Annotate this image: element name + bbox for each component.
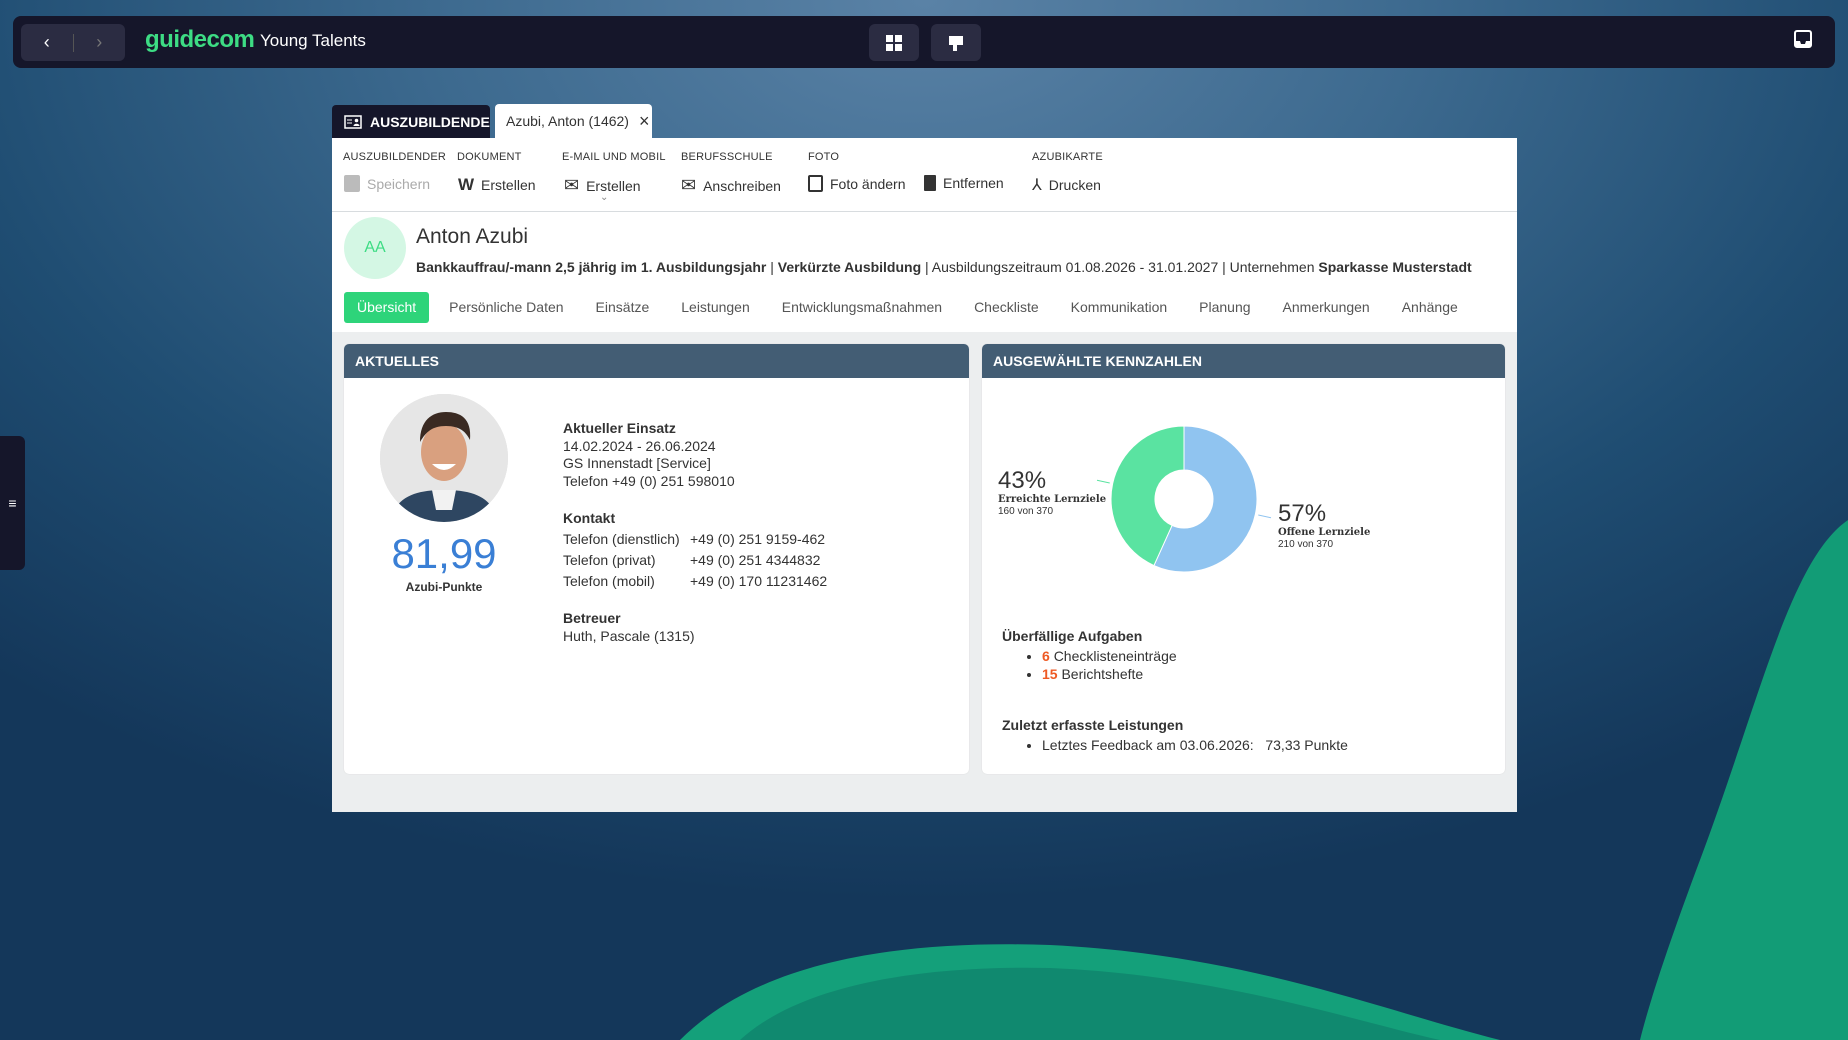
divider bbox=[332, 211, 1517, 212]
tab-kommunikation[interactable]: Kommunikation bbox=[1055, 292, 1184, 323]
portrait-icon bbox=[808, 175, 823, 192]
chevron-down-icon[interactable]: ⌄ bbox=[600, 192, 608, 203]
trainee-name: Anton Azubi bbox=[416, 225, 529, 248]
group-label: AUSZUBILDENDER bbox=[343, 151, 447, 163]
tab-label: AUSZUBILDENDE bbox=[370, 113, 490, 130]
aktuelles-card: AKTUELLES 81,99 Azubi-Punkte Aktueller E… bbox=[344, 344, 969, 774]
save-icon bbox=[344, 175, 360, 192]
list-item: Letztes Feedback am 03.06.2026: 73,33 Pu… bbox=[1042, 737, 1348, 755]
sidebar-toggle[interactable]: ≡ bbox=[0, 436, 25, 570]
recent-performance: Zuletzt erfasste Leistungen Letztes Feed… bbox=[1002, 717, 1348, 755]
tab-anmerkungen[interactable]: Anmerkungen bbox=[1267, 292, 1386, 323]
back-button[interactable]: ‹ bbox=[21, 32, 73, 53]
word-icon: W bbox=[458, 175, 475, 194]
inbox-icon bbox=[1794, 30, 1812, 48]
tab-einsaetze[interactable]: Einsätze bbox=[580, 292, 666, 323]
id-card-icon bbox=[344, 114, 362, 129]
tab-persoenliche-daten[interactable]: Persönliche Daten bbox=[433, 292, 579, 323]
app-title: Young Talents bbox=[260, 31, 366, 50]
trainee-photo bbox=[380, 394, 508, 522]
menu-icon: ≡ bbox=[8, 495, 17, 511]
label-open: 57% Offene Lernziele 210 von 370 bbox=[1278, 500, 1371, 551]
mail-icon: ✉ bbox=[564, 175, 580, 195]
azubi-points: 81,99 bbox=[391, 530, 497, 577]
close-icon[interactable]: × bbox=[639, 111, 650, 132]
list-item: 15 Berichtshefte bbox=[1042, 666, 1177, 684]
contact-row: Telefon (privat) +49 (0) 251 4344832 bbox=[563, 552, 821, 568]
forward-button[interactable]: › bbox=[74, 32, 126, 53]
flag-button[interactable] bbox=[931, 24, 981, 61]
inbox-button[interactable] bbox=[1793, 29, 1813, 54]
contact: Kontakt Telefon (dienstlich) +49 (0) 251 … bbox=[563, 508, 827, 592]
history-nav: ‹ › bbox=[21, 24, 125, 61]
kennzahlen-card: AUSGEWÄHLTE KENNZAHLEN 43% Erreichte Lern… bbox=[982, 344, 1505, 774]
group-label: FOTO bbox=[808, 151, 840, 163]
supervisor: Betreuer Huth, Pascale (1315) bbox=[563, 610, 695, 644]
group-label: BERUFSSCHULE bbox=[681, 151, 773, 163]
grid-icon bbox=[886, 34, 902, 51]
contact-row: Telefon (mobil) +49 (0) 170 11231462 bbox=[563, 573, 828, 589]
group-label: DOKUMENT bbox=[457, 151, 522, 163]
record-header: AUSZUBILDENDER DOKUMENT E-MAIL UND MOBIL… bbox=[332, 138, 1517, 332]
flag-icon bbox=[949, 35, 963, 51]
list-item: 6 Checklisteneinträge bbox=[1042, 648, 1177, 666]
tab-label: Azubi, Anton (1462) bbox=[506, 113, 629, 129]
tab-planung[interactable]: Planung bbox=[1183, 292, 1266, 323]
overdue-tasks: Überfällige Aufgaben 6 Checklisteneinträ… bbox=[1002, 628, 1177, 683]
tab-entwicklungsmassnahmen[interactable]: Entwicklungsmaßnahmen bbox=[766, 292, 958, 323]
change-photo-button[interactable]: Foto ändern bbox=[808, 175, 906, 192]
print-icon: ⅄ bbox=[1032, 177, 1042, 194]
current-assignment: Aktueller Einsatz 14.02.2024 - 26.06.2024… bbox=[563, 420, 735, 489]
leader-line bbox=[1258, 514, 1272, 519]
avatar: AA bbox=[344, 217, 406, 279]
tab-checkliste[interactable]: Checkliste bbox=[958, 292, 1055, 323]
remove-photo-button[interactable]: Entfernen bbox=[924, 175, 1004, 191]
tab-leistungen[interactable]: Leistungen bbox=[665, 292, 766, 323]
group-label: AZUBIKARTE bbox=[1032, 151, 1103, 163]
mail-icon: ✉ bbox=[681, 175, 697, 195]
trash-icon bbox=[924, 175, 936, 191]
app-topbar: ‹ › guidecom Young Talents bbox=[13, 16, 1835, 68]
group-label: E-MAIL UND MOBIL bbox=[562, 151, 666, 163]
print-card-button[interactable]: ⅄ Drucken bbox=[1032, 175, 1101, 195]
contact-row: Telefon (dienstlich) +49 (0) 251 9159-462 bbox=[563, 531, 826, 547]
label-achieved: 43% Erreichte Lernziele 160 von 370 bbox=[998, 467, 1107, 518]
guidecom-logo: guidecom bbox=[145, 26, 255, 53]
tab-uebersicht[interactable]: Übersicht bbox=[344, 292, 430, 323]
tab-azubi-record[interactable]: Azubi, Anton (1462) × bbox=[495, 104, 652, 138]
trainee-summary: Bankkauffrau/-mann 2,5 jährig im 1. Ausb… bbox=[416, 259, 1472, 275]
write-school-button[interactable]: ✉ Anschreiben bbox=[681, 175, 781, 196]
tab-auszubildende[interactable]: AUSZUBILDENDE bbox=[332, 105, 490, 138]
section-tabs: Übersicht Persönliche Daten Einsätze Lei… bbox=[344, 292, 1474, 323]
dashboard-button[interactable] bbox=[869, 24, 919, 61]
card-title: AKTUELLES bbox=[344, 344, 969, 378]
save-button[interactable]: Speichern bbox=[344, 175, 430, 192]
create-document-button[interactable]: W Erstellen bbox=[458, 175, 536, 195]
tab-anhaenge[interactable]: Anhänge bbox=[1386, 292, 1474, 323]
azubi-points-label: Azubi-Punkte bbox=[405, 580, 483, 594]
record-panel: AUSZUBILDENDER DOKUMENT E-MAIL UND MOBIL… bbox=[332, 138, 1517, 812]
